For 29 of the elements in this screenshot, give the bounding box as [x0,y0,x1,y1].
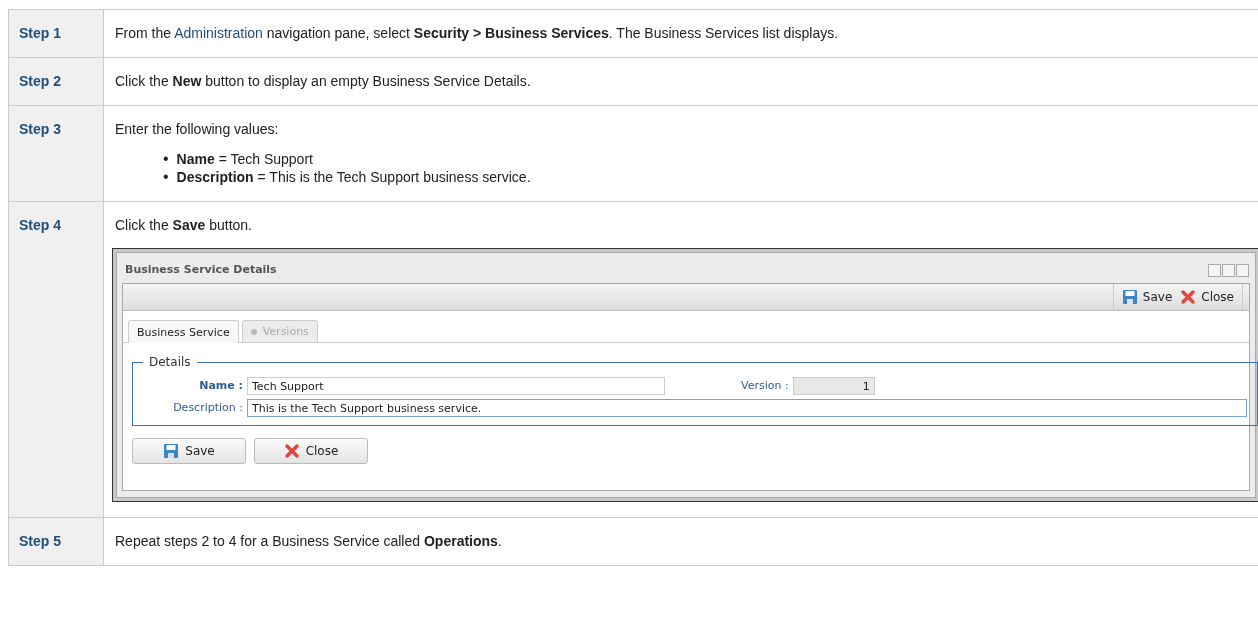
field-label: Name : [198,378,244,394]
step-text: Click the Save button. [115,216,253,234]
bullet-item: Name = Tech Support [176,150,313,168]
bullet-marker: • [163,150,169,168]
field-label: Description : [172,400,244,416]
step-label: Step 2 [8,58,104,105]
bullet-item: Description = This is the Tech Support business service. [176,168,531,186]
step-label: Step 3 [8,106,104,201]
description-field[interactable]: This is the Tech Support business service. [247,399,1247,417]
bullet-marker: • [163,168,169,186]
save-button[interactable]: Save [1117,284,1177,310]
field-label: Version : [741,378,790,394]
window-title: Business Service Details [125,262,277,278]
dot-icon [250,328,257,335]
close-button[interactable]: Close [1176,284,1238,310]
administration-link[interactable]: Administration [174,25,263,41]
group-title: Details [148,354,192,371]
save-button[interactable]: Save [132,438,246,464]
step-text: Enter the following values: [115,120,280,138]
version-field[interactable]: 1 [792,377,875,395]
tab[interactable]: Business Service [128,320,239,343]
step-text: From the Administration navigation pane, select Security > Business Services. The Business Services list displays. [115,24,840,42]
name-field[interactable]: Tech Support [247,377,665,395]
step-label: Step 5 [8,518,104,565]
step-text: Click the New button to display an empty Business Service Details. [115,72,532,90]
close-button[interactable]: Close [254,438,368,464]
step-label: Step 1 [8,10,104,57]
step-text: Repeat steps 2 to 4 for a Business Service called Operations. [115,532,503,550]
step-label: Step 4 [8,202,104,517]
